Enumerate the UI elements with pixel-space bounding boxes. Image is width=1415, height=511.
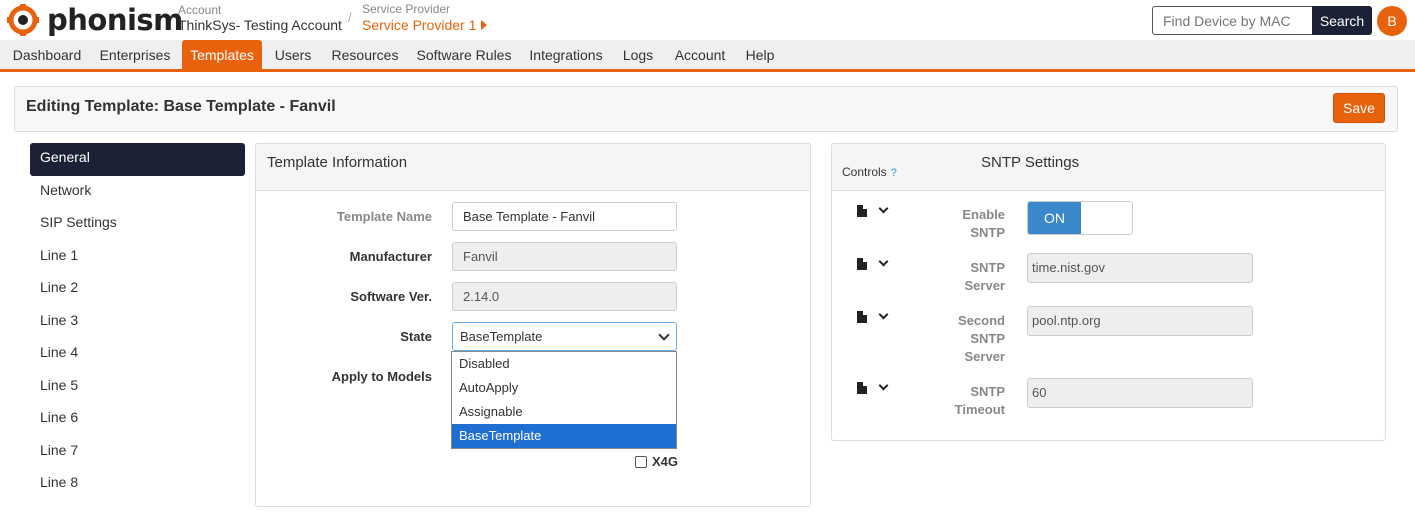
state-dropdown-list: Disabled AutoApply Assignable BaseTempla…: [451, 351, 677, 449]
account-label: Account: [178, 3, 222, 17]
document-icon[interactable]: [857, 258, 867, 270]
state-option-basetemplate[interactable]: BaseTemplate: [452, 424, 676, 448]
controls-label: Controls?: [842, 165, 897, 179]
top-header: phonism Account ThinkSys- Testing Accoun…: [0, 0, 1415, 40]
second-sntp-server-label: Second SNTP Server: [958, 313, 1005, 364]
software-version-field: 2.14.0: [452, 282, 677, 311]
model-x4g-checkbox[interactable]: [635, 455, 647, 468]
state-option-autoapply[interactable]: AutoApply: [452, 376, 676, 400]
user-avatar[interactable]: B: [1377, 6, 1407, 36]
service-provider-label: Service Provider: [362, 2, 451, 16]
mac-search-input[interactable]: [1152, 6, 1313, 35]
service-provider-switcher[interactable]: Service Provider Service Provider 1: [362, 2, 488, 34]
sidebar-item-line-8[interactable]: Line 8: [30, 468, 245, 501]
nav-logs[interactable]: Logs: [618, 40, 658, 72]
main-nav: Dashboard Enterprises Templates Users Re…: [0, 40, 1415, 72]
nav-resources[interactable]: Resources: [327, 40, 403, 72]
sidebar-item-line-5[interactable]: Line 5: [30, 371, 245, 404]
logo-gear-icon: [7, 4, 39, 36]
sntp-settings-panel: Controls? SNTP Settings Enable SNTP ON SN…: [831, 143, 1386, 441]
row-template-name: Template Name Base Template - Fanvil: [256, 202, 812, 232]
settings-sidebar: General Network SIP Settings Line 1 Line…: [30, 143, 245, 501]
panel-title: Template Information: [267, 154, 408, 171]
nav-users[interactable]: Users: [268, 40, 318, 72]
manufacturer-label: Manufacturer: [349, 249, 432, 264]
sntp-timeout-label: SNTP Timeout: [954, 384, 1005, 417]
sidebar-item-line-1[interactable]: Line 1: [30, 241, 245, 274]
sidebar-item-general[interactable]: General: [30, 143, 245, 176]
second-sntp-server-controls: [857, 309, 889, 323]
nav-software-rules[interactable]: Software Rules: [412, 40, 516, 72]
nav-help[interactable]: Help: [742, 40, 778, 72]
apply-models-label: Apply to Models: [331, 369, 432, 384]
sidebar-item-sip-settings[interactable]: SIP Settings: [30, 208, 245, 241]
page-title-bar: Editing Template: Base Template - Fanvil…: [14, 86, 1398, 132]
sidebar-item-line-4[interactable]: Line 4: [30, 338, 245, 371]
phonism-logo[interactable]: phonism: [6, 3, 183, 37]
enable-sntp-label: Enable SNTP: [962, 207, 1005, 240]
panel-header: Template Information: [256, 144, 810, 191]
state-label: State: [400, 329, 432, 344]
document-icon[interactable]: [857, 311, 867, 323]
logo-wordmark: phonism: [47, 3, 183, 37]
sidebar-item-line-7[interactable]: Line 7: [30, 436, 245, 469]
row-manufacturer: Manufacturer Fanvil: [256, 242, 812, 272]
chevron-down-icon[interactable]: [878, 256, 889, 267]
document-icon[interactable]: [857, 382, 867, 394]
sntp-timeout-controls: [857, 380, 889, 394]
sntp-server-input[interactable]: time.nist.gov: [1027, 253, 1253, 283]
enable-sntp-toggle[interactable]: ON: [1027, 201, 1133, 235]
chevron-down-icon[interactable]: [878, 309, 889, 320]
chevron-down-icon[interactable]: [878, 203, 889, 214]
state-option-disabled[interactable]: Disabled: [452, 352, 676, 376]
account-switcher[interactable]: Account ThinkSys- Testing Account: [178, 4, 342, 34]
sidebar-item-network[interactable]: Network: [30, 176, 245, 209]
template-information-panel: Template Information Template Name Base …: [255, 143, 811, 507]
row-software-version: Software Ver. 2.14.0: [256, 282, 812, 312]
manufacturer-field: Fanvil: [452, 242, 677, 271]
page-title: Editing Template: Base Template - Fanvil: [26, 98, 336, 115]
template-name-input[interactable]: Base Template - Fanvil: [452, 202, 677, 231]
nav-account[interactable]: Account: [669, 40, 731, 72]
document-icon[interactable]: [857, 205, 867, 217]
sidebar-item-line-2[interactable]: Line 2: [30, 273, 245, 306]
state-option-assignable[interactable]: Assignable: [452, 400, 676, 424]
nav-enterprises[interactable]: Enterprises: [92, 40, 178, 72]
sntp-timeout-input[interactable]: 60: [1027, 378, 1253, 408]
sntp-server-controls: [857, 256, 889, 270]
row-state: State BaseTemplate: [256, 322, 812, 352]
panel-header: Controls? SNTP Settings: [832, 144, 1385, 191]
enable-sntp-controls: [857, 203, 889, 217]
chevron-down-icon: [658, 329, 670, 341]
help-icon[interactable]: ?: [891, 167, 897, 179]
model-x4g-label: X4G: [652, 454, 679, 469]
search-button[interactable]: Search: [1312, 6, 1372, 35]
second-sntp-server-input[interactable]: pool.ntp.org: [1027, 306, 1253, 336]
nav-integrations[interactable]: Integrations: [524, 40, 608, 72]
breadcrumb-separator: /: [348, 10, 352, 25]
nav-templates[interactable]: Templates: [182, 40, 262, 72]
sidebar-item-line-3[interactable]: Line 3: [30, 306, 245, 339]
software-version-label: Software Ver.: [350, 289, 432, 304]
panel-title: SNTP Settings: [981, 154, 1080, 171]
state-select[interactable]: BaseTemplate: [452, 322, 677, 351]
sidebar-item-line-6[interactable]: Line 6: [30, 403, 245, 436]
chevron-down-icon[interactable]: [878, 380, 889, 391]
service-provider-value: Service Provider 1: [362, 17, 477, 33]
sntp-server-label: SNTP Server: [964, 260, 1005, 293]
nav-dashboard[interactable]: Dashboard: [6, 40, 88, 72]
caret-right-icon: [481, 20, 488, 30]
state-select-value: BaseTemplate: [460, 329, 543, 344]
model-x4g-checkbox-row[interactable]: X4G: [635, 454, 678, 469]
account-value: ThinkSys- Testing Account: [178, 17, 342, 33]
save-button[interactable]: Save: [1333, 93, 1385, 123]
toggle-on-state: ON: [1028, 202, 1081, 234]
template-name-label: Template Name: [336, 209, 432, 224]
